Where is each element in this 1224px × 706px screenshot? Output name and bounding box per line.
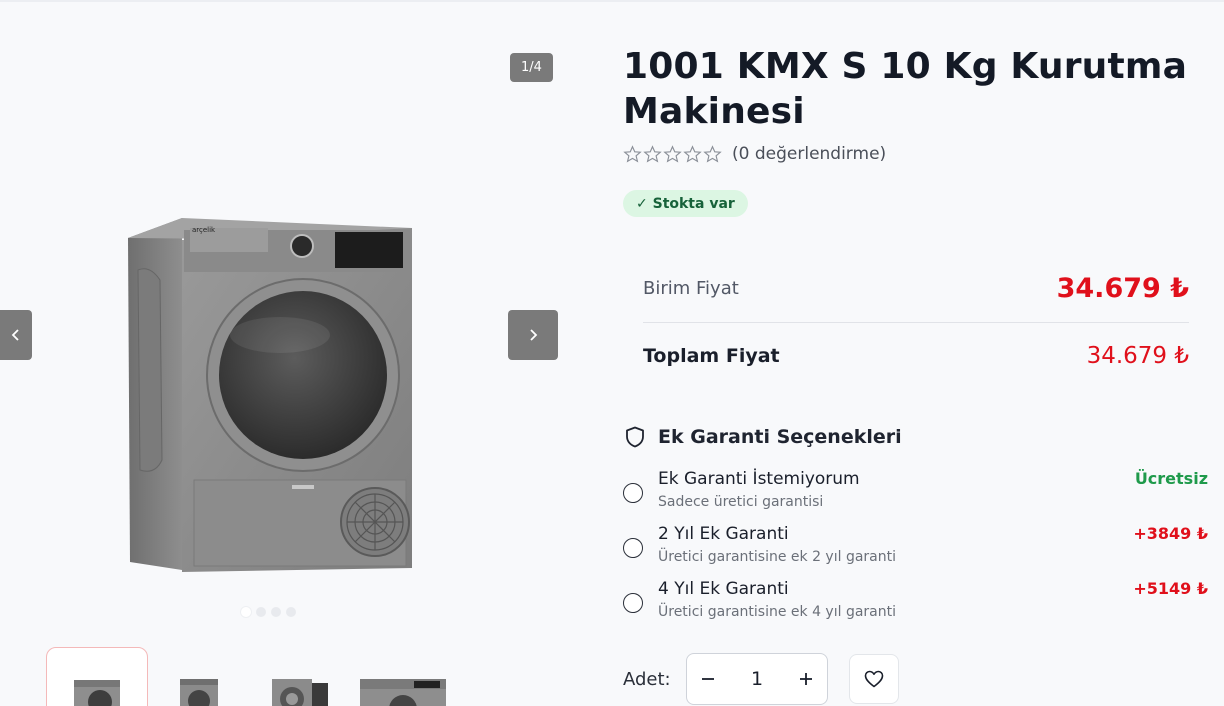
star-empty-icon — [703, 144, 722, 163]
warranty-option-name: Ek Garanti İstemiyorum — [658, 469, 860, 489]
thumbnail-3[interactable] — [250, 647, 352, 706]
rating-count[interactable]: (0 değerlendirme) — [732, 144, 886, 164]
warranty-option-name: 2 Yıl Ek Garanti — [658, 524, 789, 544]
star-empty-icon — [643, 144, 662, 163]
total-price-row: Toplam Fiyat 34.679 ₺ — [643, 338, 1189, 374]
stock-badge: ✓ Stokta var — [623, 190, 748, 217]
chevron-right-icon — [530, 329, 538, 341]
total-price-value: 34.679 ₺ — [1086, 343, 1189, 369]
warranty-option-price: +3849 ₺ — [1133, 524, 1208, 543]
thumbnail-image — [180, 679, 218, 706]
brand-logo: arçelik — [192, 226, 216, 234]
plus-icon — [800, 673, 812, 685]
gallery-dot[interactable] — [241, 607, 251, 617]
warranty-radio[interactable] — [623, 538, 643, 558]
unit-price-value: 34.679 ₺ — [1056, 272, 1189, 304]
product-gallery: 1/4 arçelik — [0, 0, 580, 706]
star-empty-icon — [683, 144, 702, 163]
quantity-stepper: 1 — [686, 653, 828, 705]
quantity-label: Adet: — [623, 668, 671, 690]
warranty-option-none[interactable]: Ek Garanti İstemiyorum Sadece üretici ga… — [623, 469, 1208, 519]
decrease-button[interactable] — [687, 654, 729, 704]
star-empty-icon — [663, 144, 682, 163]
unit-price-row: Birim Fiyat 34.679 ₺ — [643, 268, 1189, 308]
thumbnail-strip — [46, 647, 454, 706]
price-divider — [643, 322, 1189, 323]
increase-button[interactable] — [785, 654, 827, 704]
warranty-option-desc: Üretici garantisine ek 4 yıl garanti — [658, 604, 896, 620]
warranty-option-4yr[interactable]: 4 Yıl Ek Garanti Üretici garantisine ek … — [623, 579, 1208, 629]
gallery-dot[interactable] — [286, 607, 296, 617]
star-empty-icon — [623, 144, 642, 163]
gallery-next-button[interactable] — [508, 310, 558, 360]
gallery-prev-button[interactable] — [0, 310, 32, 360]
product-title: 1001 KMX S 10 Kg Kurutma Makinesi — [623, 46, 1188, 132]
quantity-value[interactable]: 1 — [732, 668, 782, 690]
thumbnail-1[interactable] — [46, 647, 148, 706]
image-counter: 1/4 — [510, 53, 553, 82]
unit-price-label: Birim Fiyat — [643, 277, 739, 299]
total-price-label: Toplam Fiyat — [643, 345, 780, 367]
thumbnail-2[interactable] — [148, 647, 250, 706]
gallery-dots — [241, 607, 296, 617]
chevron-left-icon — [11, 329, 19, 341]
thumbnail-image — [74, 680, 120, 706]
heart-icon — [864, 670, 884, 688]
warranty-option-desc: Sadece üretici garantisi — [658, 494, 824, 510]
warranty-radio[interactable] — [623, 593, 643, 613]
product-main-image: arçelik — [128, 218, 412, 572]
quantity-row: Adet: 1 — [623, 653, 899, 705]
warranty-option-price: +5149 ₺ — [1133, 579, 1208, 598]
gallery-dot[interactable] — [256, 607, 266, 617]
minus-icon — [702, 678, 714, 680]
shield-icon — [626, 426, 644, 448]
thumbnail-image — [272, 679, 328, 706]
warranty-option-price: Ücretsiz — [1134, 469, 1208, 488]
favorite-button[interactable] — [849, 654, 899, 704]
rating: (0 değerlendirme) — [623, 144, 886, 164]
warranty-radio[interactable] — [623, 483, 643, 503]
warranty-header: Ek Garanti Seçenekleri — [623, 425, 902, 449]
warranty-option-name: 4 Yıl Ek Garanti — [658, 579, 789, 599]
rating-stars — [623, 144, 722, 164]
warranty-option-desc: Üretici garantisine ek 2 yıl garanti — [658, 549, 896, 565]
warranty-title: Ek Garanti Seçenekleri — [658, 426, 902, 448]
thumbnail-image — [360, 679, 446, 706]
warranty-option-2yr[interactable]: 2 Yıl Ek Garanti Üretici garantisine ek … — [623, 524, 1208, 574]
thumbnail-4[interactable] — [352, 647, 454, 706]
gallery-dot[interactable] — [271, 607, 281, 617]
